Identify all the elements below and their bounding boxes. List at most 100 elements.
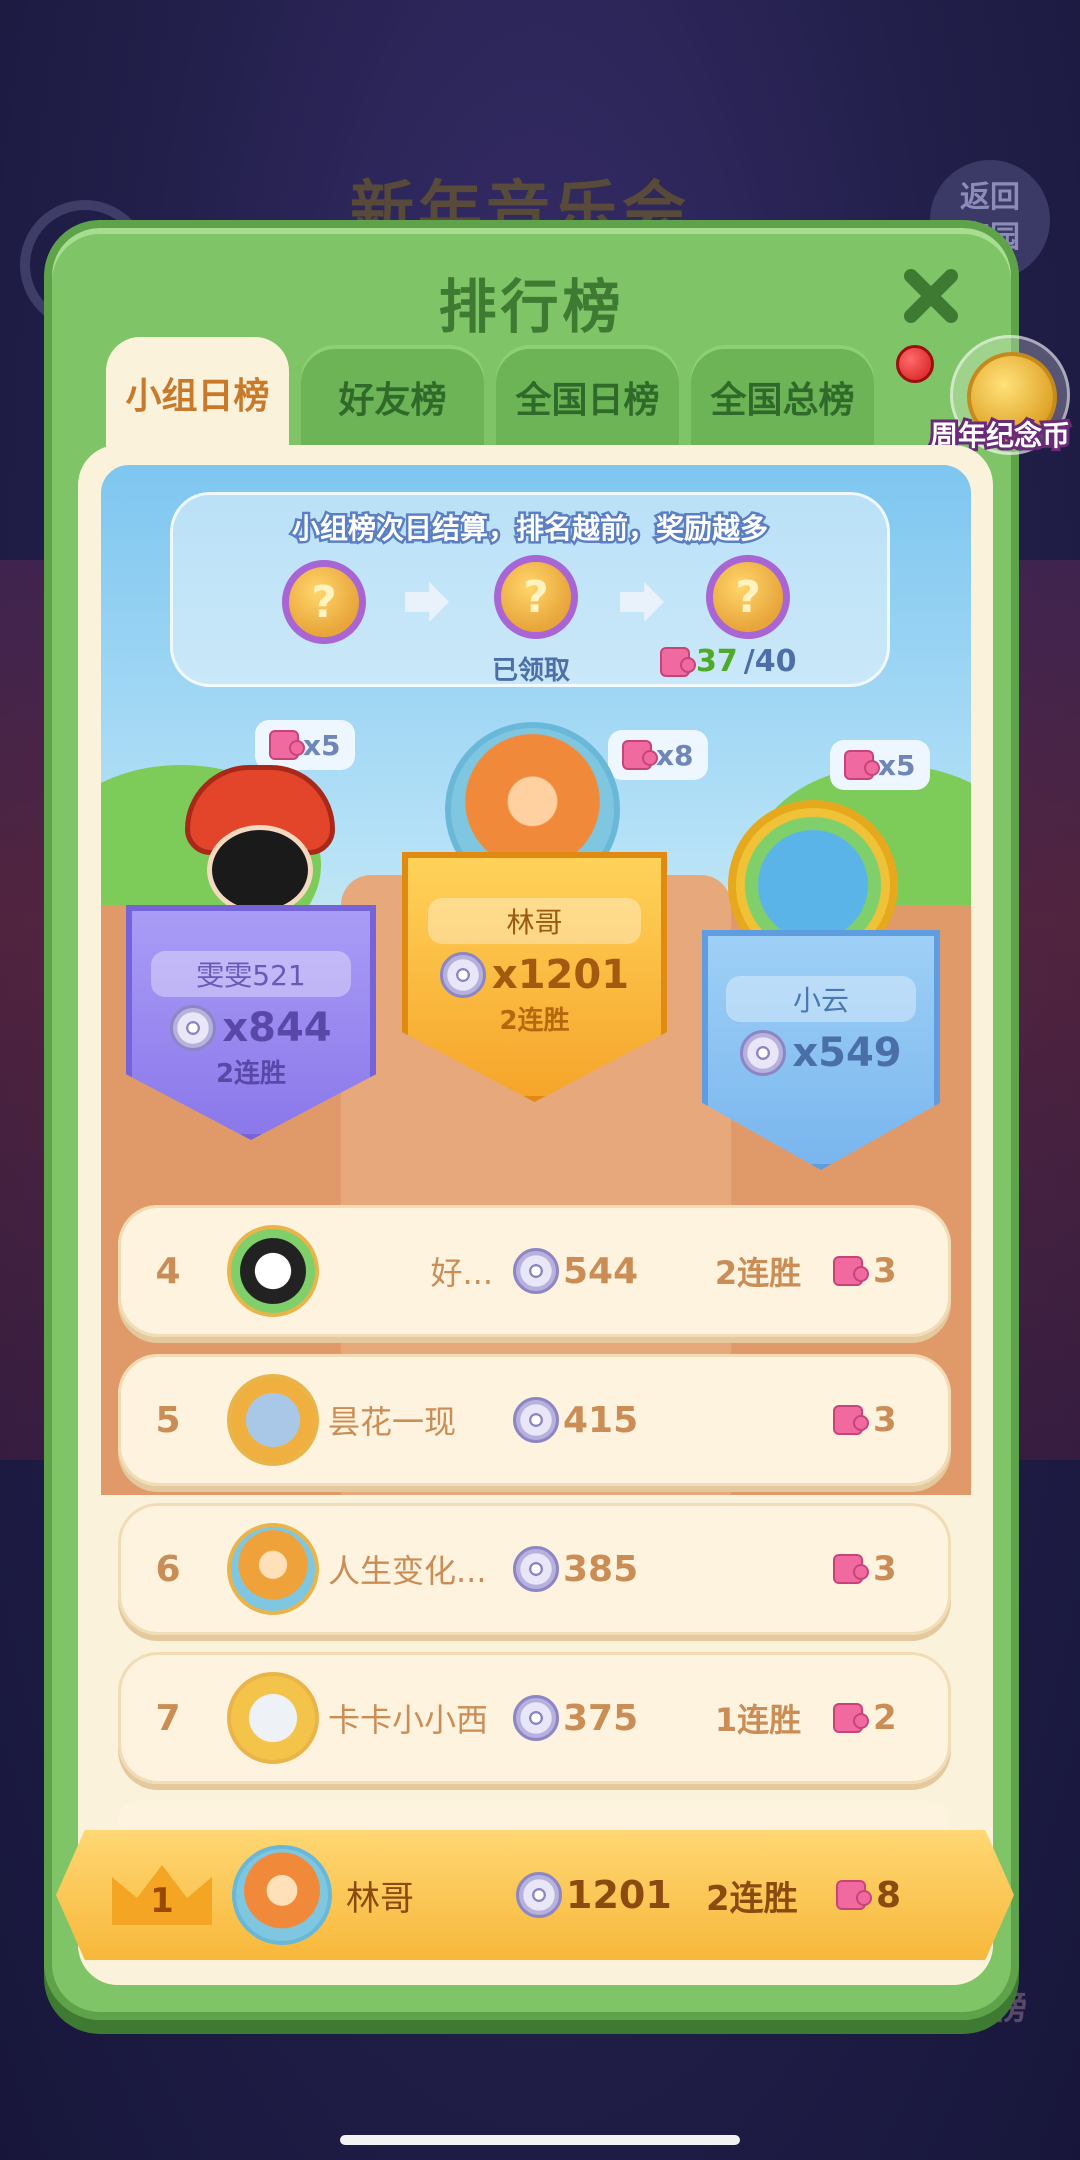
row-rank: 4 — [155, 1250, 181, 1292]
row-name: 卡卡小小西 — [328, 1701, 489, 1739]
row-pieces-value: 3 — [873, 1251, 897, 1291]
row-pieces-value: 3 — [873, 1549, 897, 1589]
ranking-list[interactable]: 4 好... 544 2连胜 3 5 昙花一现 415 3 6 人生变化... … — [118, 1205, 951, 1858]
row-streak: 2连胜 — [714, 1254, 802, 1292]
second-avatar[interactable] — [185, 765, 335, 915]
crown-icon: 1 — [112, 1865, 212, 1925]
row-pieces: 3 — [833, 1400, 897, 1440]
row-score: 415 — [513, 1397, 683, 1443]
third-pieces: x5 — [878, 748, 916, 782]
row-avatar[interactable] — [218, 1216, 328, 1326]
first-streak: 2连胜 — [499, 1006, 570, 1036]
row-pieces-value: 3 — [873, 1400, 897, 1440]
third-name: 小云 — [726, 976, 916, 1022]
second-streak: 2连胜 — [215, 1059, 287, 1089]
first-name: 林哥 — [428, 898, 641, 944]
puzzle-piece-icon — [844, 750, 880, 780]
row-streak: 1连胜 — [714, 1701, 802, 1739]
tab-national-daily[interactable]: 全国日榜 — [496, 345, 679, 449]
table-row[interactable]: 4 好... 544 2连胜 3 — [118, 1205, 951, 1337]
tab-national-total[interactable]: 全国总榜 — [691, 345, 874, 449]
row-score-value: 375 — [563, 1697, 639, 1739]
my-streak: 2连胜 — [706, 1878, 798, 1919]
tab-group-daily[interactable]: 小组日榜 — [106, 337, 289, 449]
first-pieces-bubble: x8 — [608, 730, 708, 780]
close-button[interactable] — [891, 256, 971, 336]
puzzle-piece-icon — [833, 1554, 869, 1584]
row-avatar[interactable] — [218, 1365, 328, 1475]
row-score-value: 385 — [563, 1548, 639, 1590]
deer-avatar — [227, 1523, 319, 1615]
row-avatar[interactable] — [218, 1514, 328, 1624]
reward-description: 小组榜次日结算，排名越前，奖励越多 — [289, 510, 770, 548]
second-score-value: x844 — [222, 1005, 332, 1051]
reward-chest-1[interactable]: ? — [282, 560, 366, 644]
first-score-value: x1201 — [491, 952, 630, 998]
my-avatar[interactable] — [232, 1845, 332, 1945]
row-pieces-value: 2 — [873, 1698, 897, 1738]
puzzle-piece-icon — [833, 1405, 869, 1435]
puzzle-piece-icon — [833, 1703, 869, 1733]
puzzle-piece-icon — [660, 646, 696, 677]
table-row[interactable]: 7 卡卡小小西 375 1连胜 2 — [118, 1652, 951, 1784]
home-indicator[interactable] — [340, 2135, 740, 2145]
disc-icon — [513, 1546, 559, 1592]
row-rank: 5 — [155, 1399, 181, 1441]
progress-current: 37 — [696, 644, 738, 679]
modal-title: 排行榜 — [438, 273, 625, 341]
row-pieces: 3 — [833, 1251, 897, 1291]
table-row[interactable]: 5 昙花一现 415 3 — [118, 1354, 951, 1486]
first-score: x1201 — [439, 952, 630, 998]
row-score: 544 — [513, 1248, 683, 1294]
my-pieces: 8 — [836, 1875, 901, 1916]
tab-friends[interactable]: 好友榜 — [301, 345, 484, 449]
my-rank: 1 — [150, 1881, 174, 1921]
disc-icon — [170, 1005, 217, 1051]
my-rank-bar[interactable]: 1 林哥 1201 2连胜 8 — [56, 1830, 1014, 1960]
first-pieces: x8 — [656, 738, 694, 772]
second-score: x844 — [170, 1005, 332, 1051]
second-pieces-bubble: x5 — [255, 720, 355, 770]
claimed-label: 已领取 — [492, 656, 571, 686]
row-pieces: 2 — [833, 1698, 897, 1738]
flower-avatar — [227, 1225, 319, 1317]
reward-chest-3[interactable]: ? — [706, 555, 790, 639]
row-name: 昙花一现 — [328, 1403, 457, 1441]
disc-icon — [513, 1248, 559, 1294]
second-name: 雯雯521 — [151, 951, 351, 997]
row-rank: 6 — [155, 1548, 181, 1590]
row-score: 385 — [513, 1546, 683, 1592]
my-score-value: 1201 — [566, 1873, 672, 1917]
disc-icon — [439, 952, 486, 998]
reward-chest-2[interactable]: ? — [494, 555, 578, 639]
third-score-value: x549 — [792, 1030, 902, 1076]
disc-icon — [513, 1397, 559, 1443]
row-name: 人生变化... — [328, 1552, 487, 1590]
progress-total: /40 — [743, 644, 797, 679]
disc-icon — [513, 1695, 559, 1741]
table-row[interactable]: 6 人生变化... 385 3 — [118, 1503, 951, 1635]
row-score: 375 — [513, 1695, 683, 1741]
puzzle-piece-icon — [622, 740, 658, 770]
disc-icon — [740, 1030, 787, 1076]
avatar-face — [207, 825, 313, 915]
my-score: 1201 — [516, 1872, 706, 1918]
my-name: 林哥 — [346, 1878, 414, 1919]
row-pieces: 3 — [833, 1549, 897, 1589]
row-score-value: 544 — [563, 1250, 639, 1292]
row-name: 好... — [430, 1254, 493, 1292]
disc-icon — [516, 1872, 562, 1918]
second-pieces: x5 — [303, 728, 341, 762]
row-avatar[interactable] — [218, 1663, 328, 1773]
close-icon — [904, 269, 958, 323]
ghost-avatar — [227, 1672, 319, 1764]
puzzle-piece-icon — [833, 1256, 869, 1286]
my-pieces-value: 8 — [876, 1874, 902, 1916]
row-rank: 7 — [155, 1697, 181, 1739]
notification-dot — [896, 345, 934, 383]
puzzle-piece-icon — [269, 730, 305, 760]
tab-bar: 小组日榜 好友榜 全国日榜 全国总榜 — [106, 337, 874, 449]
row-score-value: 415 — [563, 1399, 639, 1441]
bird-avatar — [227, 1374, 319, 1466]
puzzle-piece-icon — [836, 1880, 872, 1910]
